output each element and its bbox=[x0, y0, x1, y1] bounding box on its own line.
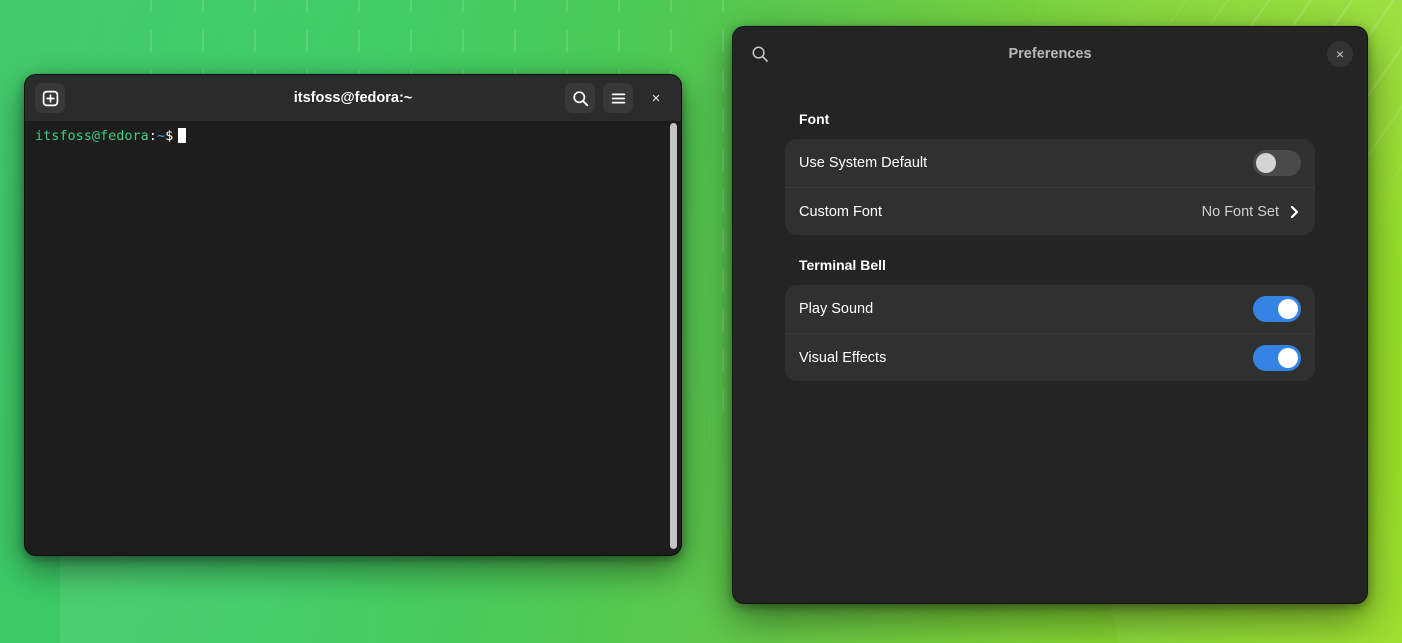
row-use-system-default[interactable]: Use System Default bbox=[785, 139, 1315, 187]
close-icon: × bbox=[1336, 46, 1344, 62]
row-control bbox=[1253, 296, 1301, 322]
prompt-path: ~ bbox=[157, 128, 165, 144]
row-custom-font[interactable]: Custom Font No Font Set bbox=[785, 187, 1315, 235]
row-visual-effects[interactable]: Visual Effects bbox=[785, 333, 1315, 381]
prompt-user-host: itsfoss@fedora bbox=[35, 128, 149, 144]
prompt-colon: : bbox=[149, 128, 157, 144]
row-label: Play Sound bbox=[799, 301, 873, 317]
visual-effects-switch[interactable] bbox=[1253, 345, 1301, 371]
row-control bbox=[1253, 345, 1301, 371]
search-icon bbox=[572, 90, 589, 107]
terminal-headerbar[interactable]: itsfoss@fedora:~ × bbox=[25, 75, 681, 121]
preferences-headerbar[interactable]: Preferences × bbox=[733, 27, 1367, 81]
new-tab-button[interactable] bbox=[35, 83, 65, 113]
custom-font-value: No Font Set bbox=[1202, 204, 1279, 220]
terminal-scrollbar[interactable] bbox=[670, 123, 677, 549]
switch-knob bbox=[1278, 348, 1298, 368]
terminal-search-button[interactable] bbox=[565, 83, 595, 113]
switch-knob bbox=[1278, 299, 1298, 319]
row-play-sound[interactable]: Play Sound bbox=[785, 285, 1315, 333]
terminal-window: itsfoss@fedora:~ × bbox=[24, 74, 682, 556]
row-label: Custom Font bbox=[799, 204, 882, 220]
terminal-output-area[interactable]: itsfoss@fedora:~$ bbox=[25, 121, 681, 555]
new-tab-icon bbox=[42, 90, 59, 107]
row-label: Use System Default bbox=[799, 155, 927, 171]
preferences-title: Preferences bbox=[733, 46, 1367, 62]
use-system-default-switch[interactable] bbox=[1253, 150, 1301, 176]
preferences-content: Font Use System Default Custom Font No F… bbox=[733, 81, 1367, 381]
group-title-terminal-bell: Terminal Bell bbox=[799, 257, 1315, 273]
preferences-window: Preferences × Font Use System Default bbox=[732, 26, 1368, 604]
close-icon: × bbox=[652, 91, 661, 106]
switch-knob bbox=[1256, 153, 1276, 173]
preference-group-font: Use System Default Custom Font No Font S… bbox=[785, 139, 1315, 235]
desktop-wallpaper: itsfoss@fedora:~ × bbox=[0, 0, 1402, 643]
row-control: No Font Set bbox=[1202, 204, 1301, 220]
play-sound-switch[interactable] bbox=[1253, 296, 1301, 322]
row-control bbox=[1253, 150, 1301, 176]
terminal-prompt-line: itsfoss@fedora:~$ bbox=[35, 127, 671, 145]
group-title-font: Font bbox=[799, 111, 1315, 127]
preference-group-terminal-bell: Play Sound Visual Effects bbox=[785, 285, 1315, 381]
preferences-close-button[interactable]: × bbox=[1327, 41, 1353, 67]
hamburger-menu-icon bbox=[610, 90, 627, 107]
prompt-sigil: $ bbox=[165, 128, 173, 144]
terminal-cursor bbox=[178, 128, 186, 143]
row-label: Visual Effects bbox=[799, 350, 886, 366]
terminal-headerbar-actions: × bbox=[565, 83, 671, 113]
chevron-right-icon bbox=[1288, 204, 1301, 220]
preferences-search-button[interactable] bbox=[747, 41, 773, 67]
terminal-close-button[interactable]: × bbox=[641, 83, 671, 113]
search-icon bbox=[751, 45, 769, 63]
terminal-menu-button[interactable] bbox=[603, 83, 633, 113]
